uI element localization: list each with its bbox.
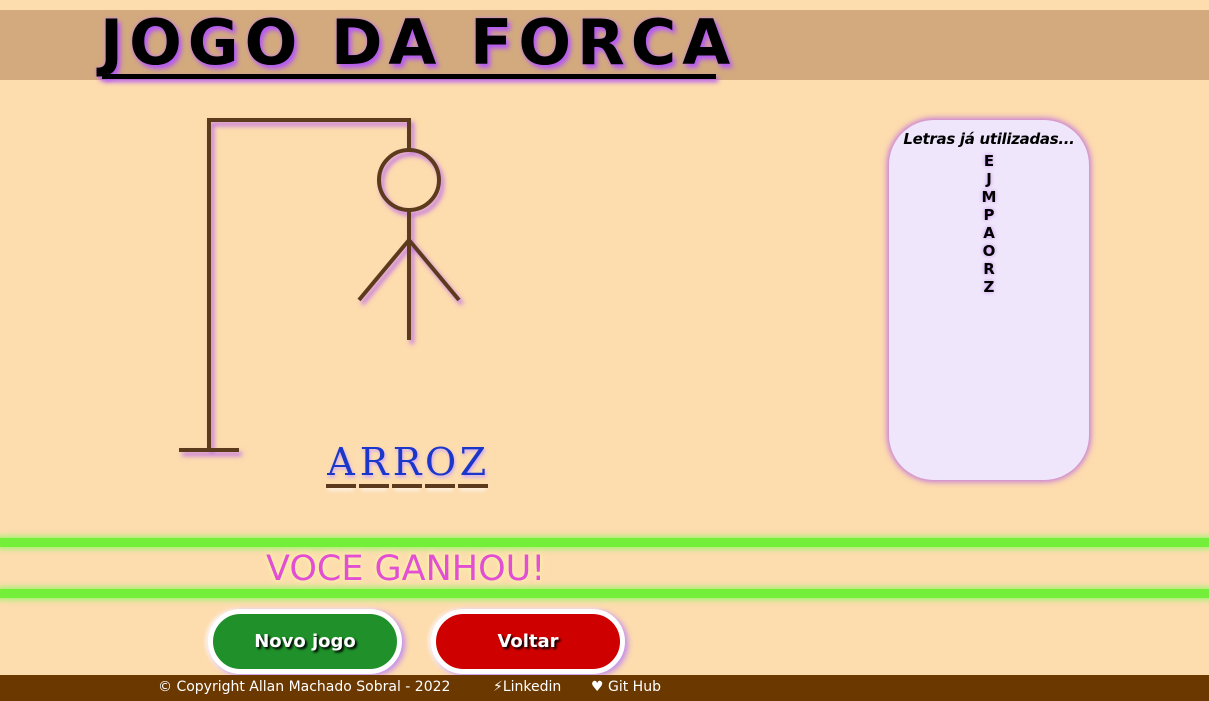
letter-slot: R xyxy=(392,440,422,488)
used-letter: R xyxy=(983,260,995,278)
result-divider-top xyxy=(0,538,1209,547)
hangman-left-arm xyxy=(357,238,411,302)
used-letter: M xyxy=(981,188,997,206)
used-letter: O xyxy=(982,242,996,260)
used-letter: J xyxy=(986,170,992,188)
new-game-button[interactable]: Novo jogo xyxy=(208,609,402,674)
back-button[interactable]: Voltar xyxy=(431,609,625,674)
used-letter: A xyxy=(983,224,995,242)
used-letters-title: Letras já utilizadas... xyxy=(903,130,1075,148)
hangman-head xyxy=(377,148,441,212)
letter-slot: Z xyxy=(458,440,488,488)
used-letters-list: E J M P A O R Z xyxy=(889,152,1089,296)
secret-word: A R R O Z xyxy=(326,440,488,488)
letter-slot: A xyxy=(326,440,356,488)
letter: R xyxy=(359,440,389,484)
used-letter: E xyxy=(983,152,995,170)
hangman-drawing xyxy=(179,118,461,452)
letter: O xyxy=(425,440,457,484)
hangman-right-arm xyxy=(407,238,461,302)
result-message: VOCE GANHOU! xyxy=(266,549,546,589)
linkedin-link[interactable]: ⚡Linkedin xyxy=(493,679,561,695)
github-link[interactable]: ♥ Git Hub xyxy=(591,679,661,695)
footer: © Copyright Allan Machado Sobral - 2022 … xyxy=(0,675,1209,701)
letter-slot: R xyxy=(359,440,389,488)
result-divider-bottom xyxy=(0,589,1209,598)
letter-slot: O xyxy=(425,440,457,488)
used-letters-panel: Letras já utilizadas... E J M P A O R Z xyxy=(889,120,1089,480)
letter: Z xyxy=(459,440,487,484)
letter: R xyxy=(392,440,422,484)
used-letter: Z xyxy=(983,278,995,296)
used-letter: P xyxy=(983,206,995,224)
copyright-text: © Copyright Allan Machado Sobral - 2022 xyxy=(158,679,451,695)
letter: A xyxy=(327,440,355,484)
